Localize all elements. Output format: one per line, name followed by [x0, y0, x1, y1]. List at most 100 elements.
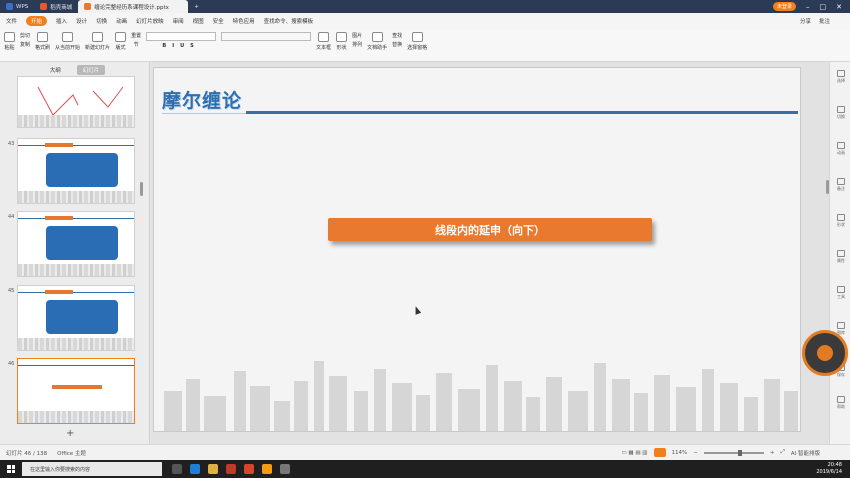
tab-store[interactable]: 稻壳商城 — [34, 0, 78, 13]
add-slide-button[interactable]: + — [66, 428, 74, 439]
menu-features[interactable]: 特色应用 — [233, 17, 255, 25]
tools-icon — [837, 286, 845, 293]
cut-button[interactable]: 剪切 复制 — [20, 32, 30, 48]
layout-button[interactable]: 版式 — [115, 32, 127, 51]
status-bar: 幻灯片 46 / 138 Office 主题 ▭ ▦ ▤ ▥ 114% − + … — [0, 444, 850, 460]
selection-pane-button[interactable]: 选择窗格 — [407, 32, 427, 51]
doc-helper-button[interactable]: 文档助手 — [367, 32, 387, 51]
floating-assistant-badge[interactable] — [802, 330, 848, 376]
paste-button[interactable]: 粘贴 — [4, 32, 15, 51]
menu-start[interactable]: 开始 — [26, 16, 48, 26]
app-icon[interactable] — [226, 464, 236, 474]
font-style-buttons[interactable]: BIUS — [162, 43, 199, 49]
taskbar-search-input[interactable]: 在这里输入你要搜索的内容 — [22, 462, 162, 476]
font-name-select[interactable] — [146, 32, 217, 41]
slide-number: 44 — [8, 214, 15, 220]
format-painter-button[interactable]: 格式刷 — [35, 32, 50, 51]
sidebar-tools-button[interactable]: 工具 — [832, 286, 850, 304]
shape-button[interactable]: 形状 — [336, 32, 348, 51]
tab-document[interactable]: 缠论完整经历系课程设计.pptx — [78, 0, 189, 13]
current-slide[interactable]: 摩尔缠论 线段内的延申（向下） — [153, 67, 801, 432]
textbox-button[interactable]: 文本框 — [316, 32, 331, 51]
slide-thumbnail[interactable] — [17, 76, 135, 128]
view-buttons[interactable]: ▭ ▦ ▤ ▥ — [621, 450, 647, 456]
fit-window-icon[interactable]: ⤢ — [780, 449, 784, 456]
copy-button[interactable]: 复制 — [20, 41, 30, 48]
panel-scrollbar[interactable] — [140, 182, 143, 196]
slide-banner[interactable]: 线段内的延申（向下） — [328, 218, 652, 241]
menu-view[interactable]: 视图 — [193, 17, 204, 25]
browser-icon[interactable] — [262, 464, 272, 474]
menu-security[interactable]: 安全 — [213, 17, 224, 25]
brush-icon — [37, 32, 49, 42]
minimize-icon[interactable]: – — [806, 3, 810, 11]
menu-design[interactable]: 设计 — [76, 17, 87, 25]
selection-icon — [411, 32, 423, 42]
slide-number: 43 — [8, 141, 15, 147]
zoom-level[interactable]: 114% — [672, 450, 688, 456]
play-icon — [62, 32, 74, 42]
close-icon[interactable]: ✕ — [836, 3, 842, 11]
zoom-in-button[interactable]: + — [770, 450, 775, 456]
sidebar-property-button[interactable]: 属性 — [832, 250, 850, 268]
play-slideshow-button[interactable] — [653, 448, 666, 457]
login-button[interactable]: 未登录 — [772, 2, 796, 11]
menu-review[interactable]: 审阅 — [173, 17, 184, 25]
helper-icon — [371, 32, 383, 42]
tab-slides[interactable]: 幻灯片 — [76, 65, 106, 75]
slide-thumbnail[interactable] — [17, 285, 135, 351]
paragraph-controls[interactable] — [221, 32, 312, 41]
sidebar-animation-button[interactable]: 动画 — [832, 142, 850, 160]
edge-icon[interactable] — [190, 464, 200, 474]
maximize-icon[interactable]: □ — [820, 3, 827, 11]
zoom-out-button[interactable]: − — [693, 450, 698, 456]
wps-taskbar-icon[interactable] — [244, 464, 254, 474]
play-from-current-button[interactable]: 从当前开始 — [55, 32, 80, 51]
system-clock[interactable]: 20:48 2019/6/14 — [816, 462, 850, 476]
taskbar: 在这里输入你要搜索的内容 20:48 2019/6/14 — [0, 460, 850, 478]
tab-outline[interactable]: 大纲 — [44, 65, 67, 75]
share-button[interactable]: 分享 — [800, 17, 811, 25]
settings-icon[interactable] — [280, 464, 290, 474]
section-button[interactable]: 节 — [134, 41, 139, 48]
wps-icon — [6, 3, 13, 10]
sidebar-transition-button[interactable]: 切换 — [832, 106, 850, 124]
arrange-button[interactable]: 排列 — [352, 41, 362, 48]
slide-thumbnail-selected[interactable] — [17, 358, 135, 424]
store-icon — [40, 3, 48, 10]
sidebar-help-button[interactable]: 帮助 — [832, 396, 850, 414]
slide-thumbnail[interactable] — [17, 211, 135, 277]
menu-animation[interactable]: 动画 — [116, 17, 127, 25]
city-skyline-image — [164, 361, 798, 431]
slide-thumbnail[interactable] — [17, 138, 135, 204]
windows-start-icon[interactable] — [4, 462, 18, 476]
menu-insert[interactable]: 插入 — [56, 17, 67, 25]
command-search[interactable]: 查找命令、搜索模板 — [264, 17, 314, 25]
tab-wps[interactable]: WPS — [0, 0, 34, 13]
title-underline — [162, 113, 248, 114]
comment-button[interactable]: 批注 — [819, 17, 830, 25]
menu-bar: 文件 开始 插入 设计 切换 动画 幻灯片放映 审阅 视图 安全 特色应用 查找… — [0, 13, 850, 29]
textbox-icon — [318, 32, 330, 42]
sidebar-shape-button[interactable]: 形状 — [832, 214, 850, 232]
sidebar-notes-button[interactable]: 备注 — [832, 178, 850, 196]
font-controls: BIUS — [146, 32, 217, 49]
slide-counter: 幻灯片 46 / 138 — [6, 450, 48, 457]
explorer-icon[interactable] — [208, 464, 218, 474]
ai-layout-button[interactable]: AI·智能排版 — [791, 449, 820, 457]
task-view-icon[interactable] — [172, 464, 182, 474]
new-slide-button[interactable]: 新建幻灯片 — [85, 32, 110, 51]
notes-icon — [837, 178, 845, 185]
menu-slideshow[interactable]: 幻灯片放映 — [136, 17, 164, 25]
find-button[interactable]: 查找 替换 — [392, 32, 402, 48]
zoom-slider[interactable] — [703, 449, 764, 456]
slide-title[interactable]: 摩尔缠论 — [162, 86, 242, 113]
sidebar-select-button[interactable]: 选择 — [832, 70, 850, 88]
ribbon: 粘贴 剪切 复制 格式刷 从当前开始 新建幻灯片 版式 重置节 BIUS 文本框 … — [0, 29, 850, 62]
reset-button[interactable]: 重置节 — [131, 32, 141, 48]
menu-file[interactable]: 文件 — [6, 17, 17, 25]
picture-button[interactable]: 图片 排列 — [352, 32, 362, 48]
new-tab-button[interactable]: + — [188, 0, 205, 13]
menu-transition[interactable]: 切换 — [96, 17, 107, 25]
replace-button[interactable]: 替换 — [392, 41, 402, 48]
